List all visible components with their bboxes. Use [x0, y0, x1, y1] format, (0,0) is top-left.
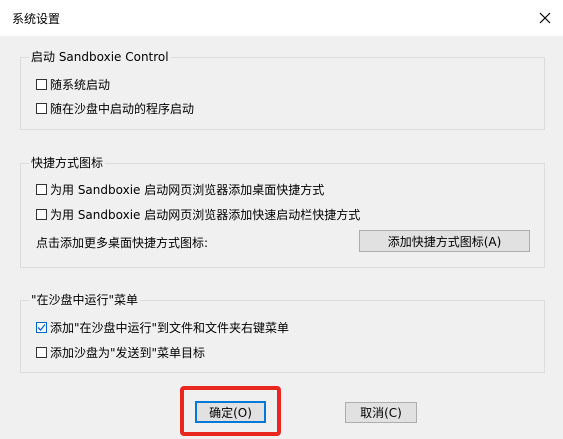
settings-dialog: 系统设置 启动 Sandboxie Control 随系统启动 随在沙盘中启动的…	[0, 0, 563, 439]
run-menu-group-legend: "在沙盘中运行"菜单	[29, 293, 141, 307]
sendto-checkbox[interactable]	[36, 347, 47, 358]
close-icon	[539, 12, 551, 24]
shortcuts-group-legend: 快捷方式图标	[29, 156, 106, 170]
window-title: 系统设置	[12, 12, 61, 26]
startup-with-sandboxed-option[interactable]: 随在沙盘中启动的程序启动	[36, 100, 194, 117]
startup-with-system-option[interactable]: 随系统启动	[36, 76, 110, 93]
sendto-label: 添加沙盘为"发送到"菜单目标	[50, 346, 206, 360]
desktop-shortcut-label: 为用 Sandboxie 启动网页浏览器添加桌面快捷方式	[50, 183, 325, 197]
startup-with-sandboxed-checkbox[interactable]	[36, 103, 47, 114]
checkmark-icon	[37, 324, 46, 331]
quicklaunch-shortcut-checkbox[interactable]	[36, 209, 47, 220]
run-menu-group: "在沙盘中运行"菜单	[20, 293, 545, 373]
more-shortcuts-text: 点击添加更多桌面快捷方式图标:	[36, 236, 209, 250]
add-shortcut-button[interactable]: 添加快捷方式图标(A)	[359, 230, 530, 252]
context-menu-checkbox[interactable]	[36, 322, 47, 333]
desktop-shortcut-option[interactable]: 为用 Sandboxie 启动网页浏览器添加桌面快捷方式	[36, 181, 324, 198]
startup-with-system-checkbox[interactable]	[36, 79, 47, 90]
cancel-button[interactable]: 取消(C)	[345, 402, 417, 423]
context-menu-option[interactable]: 添加"在沙盘中运行"到文件和文件夹右键菜单	[36, 319, 289, 336]
ok-button[interactable]: 确定(O)	[195, 401, 266, 423]
close-button[interactable]	[527, 0, 563, 36]
quicklaunch-shortcut-label: 为用 Sandboxie 启动网页浏览器添加快速启动栏快捷方式	[50, 208, 361, 222]
quicklaunch-shortcut-option[interactable]: 为用 Sandboxie 启动网页浏览器添加快速启动栏快捷方式	[36, 206, 360, 223]
sendto-option[interactable]: 添加沙盘为"发送到"菜单目标	[36, 344, 205, 361]
context-menu-label: 添加"在沙盘中运行"到文件和文件夹右键菜单	[50, 321, 290, 335]
startup-with-system-label: 随系统启动	[50, 78, 111, 92]
desktop-shortcut-checkbox[interactable]	[36, 184, 47, 195]
startup-group-legend: 启动 Sandboxie Control	[29, 50, 171, 64]
title-bar: 系统设置	[0, 0, 563, 36]
startup-group: 启动 Sandboxie Control	[20, 50, 545, 130]
startup-with-sandboxed-label: 随在沙盘中启动的程序启动	[50, 102, 195, 116]
